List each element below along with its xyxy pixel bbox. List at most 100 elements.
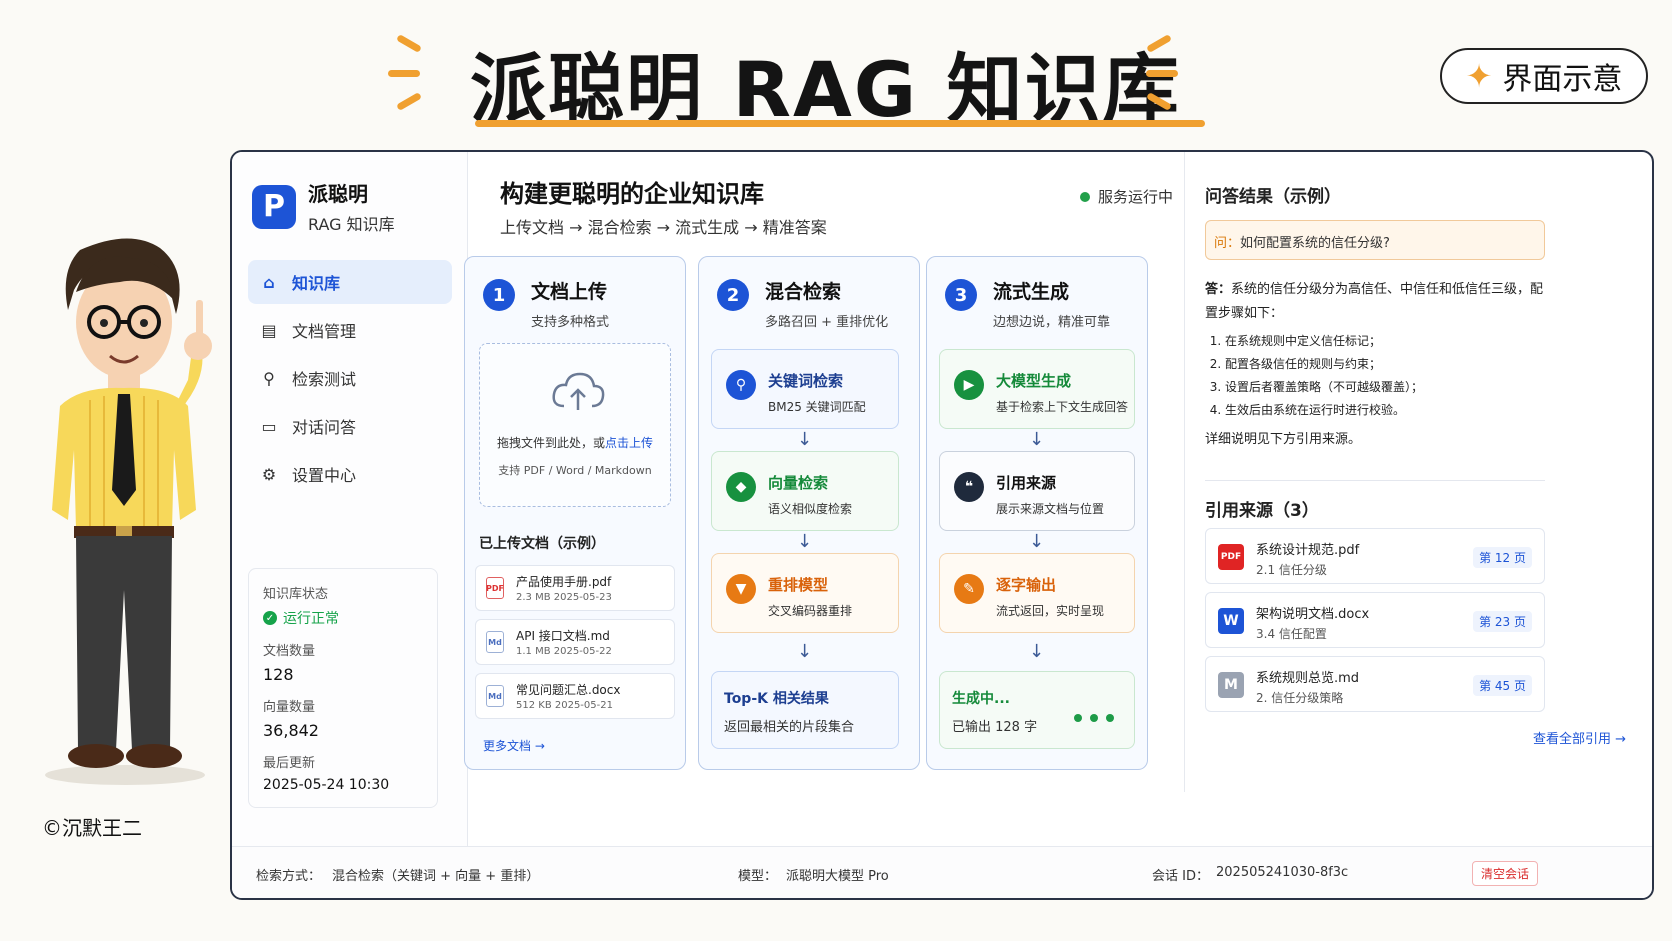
document-icon: ▤ xyxy=(261,320,277,340)
list-item[interactable]: PDF 产品使用手册.pdf 2.3 MB 2025-05-23 xyxy=(475,565,675,611)
reference-item[interactable]: PDF 系统设计规范.pdf 2.1 信任分级 第 12 页 xyxy=(1205,528,1545,584)
topk-desc: 返回最相关的片段集合 xyxy=(724,720,855,735)
upload-column: 1 文档上传 支持多种格式 拖拽文件到此处，或点击上传 支持 PDF / Wor… xyxy=(464,256,686,770)
llm-generation-step[interactable]: ▶ 大模型生成 基于检索上下文生成回答 xyxy=(939,349,1135,429)
answer-step: 生效后由系统在运行时进行校验。 xyxy=(1225,399,1551,422)
filter-icon: ▼ xyxy=(726,574,756,604)
arrow-down-icon: ↓ xyxy=(797,429,813,450)
ref-name: 架构说明文档.docx xyxy=(1256,607,1370,622)
generation-progress: 生成中... 已输出 128 字 xyxy=(939,671,1135,749)
see-all-refs-link[interactable]: 查看全部引用 → xyxy=(1533,728,1626,747)
column-title: 混合检索 xyxy=(765,281,842,303)
service-status-label: 服务运行中 xyxy=(1098,188,1174,206)
keyword-search-step[interactable]: ⚲ 关键词检索 BM25 关键词匹配 xyxy=(711,349,899,429)
status-footer: 检索方式： 混合检索（关键词 + 向量 + 重排） 模型： 派聪明大模型 Pro… xyxy=(232,846,1652,898)
column-subtitle: 多路召回 + 重排优化 xyxy=(765,315,889,330)
sidebar-item-settings[interactable]: ⚙ 设置中心 xyxy=(248,452,452,496)
updated-value: 2025-05-24 10:30 xyxy=(263,777,390,793)
sidebar-item-label: 知识库 xyxy=(292,274,341,293)
app-window: P 派聪明 RAG 知识库 ⌂ 知识库 ▤ 文档管理 ⚲ 检索测试 ▭ 对话问答 xyxy=(230,150,1654,900)
generation-column: 3 流式生成 边想边说，精准可靠 ▶ 大模型生成 基于检索上下文生成回答 ↓ ❝… xyxy=(926,256,1148,770)
status-value: 运行正常 xyxy=(283,611,339,627)
click-upload-link[interactable]: 点击上传 xyxy=(605,436,653,450)
sidebar-item-chat[interactable]: ▭ 对话问答 xyxy=(248,404,452,448)
sidebar-item-knowledge-base[interactable]: ⌂ 知识库 xyxy=(248,260,452,304)
main-title: 构建更聪明的企业知识库 xyxy=(500,180,764,208)
step-title: 大模型生成 xyxy=(996,372,1072,390)
rerank-step[interactable]: ▼ 重排模型 交叉编码器重排 xyxy=(711,553,899,633)
column-title: 文档上传 xyxy=(531,281,608,303)
brand-name: 派聪明 xyxy=(308,182,368,206)
question-text: 如何配置系统的信任分级? xyxy=(1240,236,1390,251)
retrieval-mode-label: 检索方式： xyxy=(256,869,322,884)
answer-step: 设置后者覆盖策略（不可越级覆盖）； xyxy=(1225,376,1551,399)
retrieval-column: 2 混合检索 多路召回 + 重排优化 ⚲ 关键词检索 BM25 关键词匹配 ↓ … xyxy=(698,256,920,770)
sidebar-item-label: 检索测试 xyxy=(292,370,357,389)
cube-icon: ◆ xyxy=(726,472,756,502)
sidebar-item-label: 文档管理 xyxy=(292,322,357,341)
brand-logo[interactable]: P 派聪明 RAG 知识库 xyxy=(252,178,395,235)
doc-count: 128 xyxy=(263,665,294,684)
markdown-file-icon: M xyxy=(1218,672,1244,698)
word-file-icon: W xyxy=(1218,608,1244,634)
topk-result[interactable]: Top-K 相关结果 返回最相关的片段集合 xyxy=(711,671,899,749)
answer-detail: 详细说明见下方引用来源。 xyxy=(1205,432,1362,447)
status-badge: ✓ 运行正常 xyxy=(263,608,423,628)
retrieval-mode-value: 混合检索（关键词 + 向量 + 重排） xyxy=(332,869,540,884)
brand-subtitle: RAG 知识库 xyxy=(308,215,395,234)
more-docs-link[interactable]: 更多文档 → xyxy=(483,737,545,754)
sparkle-icon: ✦ xyxy=(1465,57,1493,95)
file-name: API 接口文档.md xyxy=(516,629,610,643)
step-title: 引用来源 xyxy=(996,474,1057,492)
step-title: 向量检索 xyxy=(768,474,829,492)
loading-dots-icon xyxy=(1074,714,1114,722)
vector-count-label: 向量数量 xyxy=(263,700,316,715)
answer-step: 在系统规则中定义信任标记； xyxy=(1225,330,1551,353)
citation-step[interactable]: ❝ 引用来源 展示来源文档与位置 xyxy=(939,451,1135,531)
list-item[interactable]: Md API 接口文档.md 1.1 MB 2025-05-22 xyxy=(475,619,675,665)
home-icon: ⌂ xyxy=(263,272,275,292)
file-name: 常见问题汇总.docx xyxy=(516,683,621,697)
divider xyxy=(1205,480,1545,481)
step-desc: 展示来源文档与位置 xyxy=(996,502,1105,516)
gen-desc: 已输出 128 字 xyxy=(952,720,1038,735)
answer-step: 配置各级信任的规则与约束； xyxy=(1225,353,1551,376)
arrow-down-icon: ↓ xyxy=(1029,429,1045,450)
chat-icon: ▭ xyxy=(261,416,277,436)
list-item[interactable]: Md 常见问题汇总.docx 512 KB 2025-05-21 xyxy=(475,673,675,719)
markdown-file-icon: Md xyxy=(486,685,504,707)
arrow-down-icon: ↓ xyxy=(1029,531,1045,552)
pdf-file-icon: PDF xyxy=(486,577,504,599)
file-meta: 2.3 MB 2025-05-23 xyxy=(516,592,612,603)
arrow-down-icon: ↓ xyxy=(797,641,813,662)
step-number: 1 xyxy=(483,279,515,311)
step-desc: 流式返回，实时呈现 xyxy=(996,604,1105,618)
arrow-down-icon: ↓ xyxy=(1029,641,1045,662)
reference-item[interactable]: M 系统规则总览.md 2. 信任分级策略 第 45 页 xyxy=(1205,656,1545,712)
updated-label: 最后更新 xyxy=(263,756,316,771)
stream-output-step[interactable]: ✎ 逐字输出 流式返回，实时呈现 xyxy=(939,553,1135,633)
qa-title: 问答结果（示例） xyxy=(1205,187,1341,207)
ref-section: 2. 信任分级策略 xyxy=(1256,691,1344,705)
sidebar-item-documents[interactable]: ▤ 文档管理 xyxy=(248,308,452,352)
status-label: 知识库状态 xyxy=(263,587,329,602)
session-id: 202505241030-8f3c xyxy=(1216,865,1349,880)
sidebar-item-retrieval-test[interactable]: ⚲ 检索测试 xyxy=(248,356,452,400)
gear-icon: ⚙ xyxy=(261,464,277,484)
upload-dropzone[interactable]: 拖拽文件到此处，或点击上传 支持 PDF / Word / Markdown xyxy=(479,343,671,507)
ref-page-badge: 第 23 页 xyxy=(1473,611,1532,632)
search-icon: ⚲ xyxy=(726,370,756,400)
answer-steps: 在系统规则中定义信任标记； 配置各级信任的规则与约束； 设置后者覆盖策略（不可越… xyxy=(1205,330,1551,422)
clear-session-button[interactable]: 清空会话 xyxy=(1472,861,1539,886)
column-title: 流式生成 xyxy=(993,281,1070,303)
model-value: 派聪明大模型 Pro xyxy=(786,869,889,884)
demo-badge: ✦ 界面示意 xyxy=(1440,48,1648,104)
reference-item[interactable]: W 架构说明文档.docx 3.4 信任配置 第 23 页 xyxy=(1205,592,1545,648)
ref-name: 系统设计规范.pdf xyxy=(1256,543,1360,558)
question-prefix: 问： xyxy=(1214,236,1241,251)
kb-status-panel: 知识库状态 ✓ 运行正常 文档数量 128 向量数量 36,842 最后更新 2… xyxy=(248,568,438,808)
vector-search-step[interactable]: ◆ 向量检索 语义相似度检索 xyxy=(711,451,899,531)
step-title: 重排模型 xyxy=(768,576,829,594)
ref-section: 3.4 信任配置 xyxy=(1256,627,1327,641)
ref-page-badge: 第 45 页 xyxy=(1473,675,1532,696)
